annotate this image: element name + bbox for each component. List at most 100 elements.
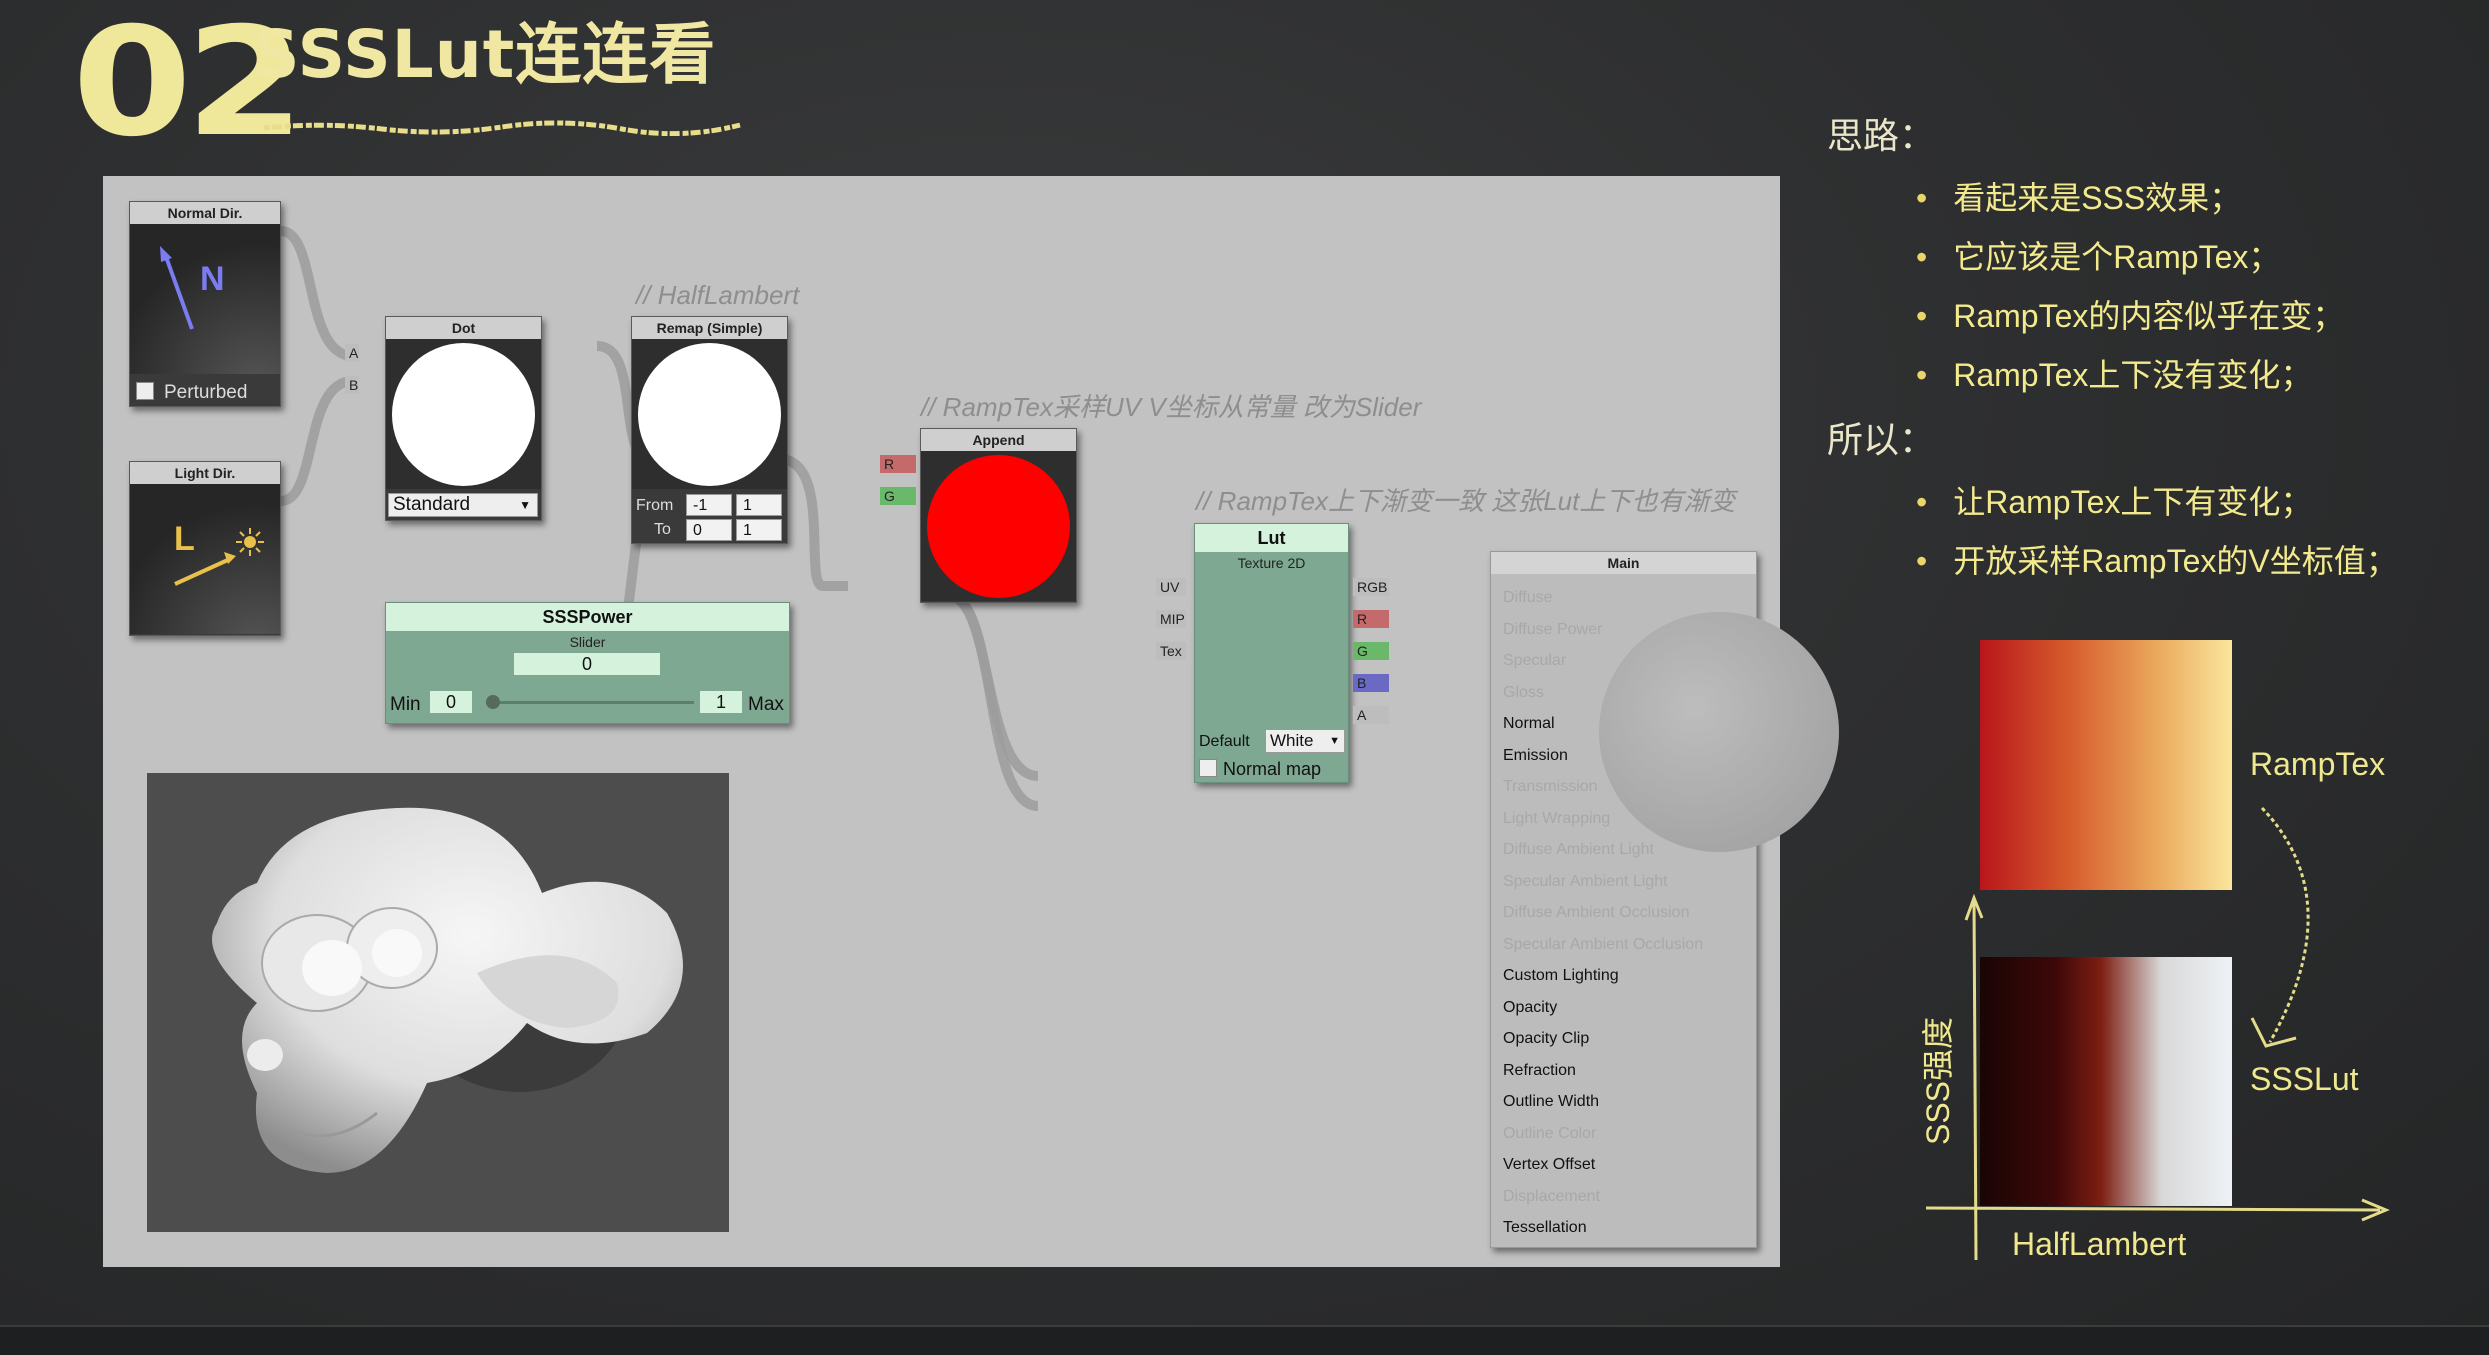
node-editor-canvas[interactable]: // HalfLambert // RampTex采样UV V坐标从常量 改为S… (103, 176, 1839, 1267)
slider-track[interactable] (486, 701, 694, 704)
slider-handle[interactable] (486, 695, 500, 709)
node-dot[interactable]: Dot Standard ▼ (385, 316, 542, 521)
remap-from-max[interactable]: 1 (736, 494, 782, 516)
comment-ramptex-uv: // RampTex采样UV V坐标从常量 改为Slider (921, 392, 1422, 422)
perturbed-checkbox[interactable] (136, 382, 154, 400)
main-input-row[interactable]: Opacity Clip (1491, 1023, 1756, 1054)
lut-output-b[interactable]: B (1353, 674, 1389, 692)
remap-from-label: From (636, 497, 674, 514)
bullet-icon: • (1916, 357, 1928, 393)
main-input-row[interactable]: Outline Color (1491, 1118, 1756, 1149)
main-input-row[interactable]: Outline Width (1491, 1086, 1756, 1117)
node-light-dir[interactable]: Light Dir. L (129, 461, 281, 636)
slide-title: SSSLut连连看 (252, 16, 717, 93)
remap-to-max[interactable]: 1 (736, 519, 782, 541)
main-input-row[interactable]: Diffuse Ambient Light (1491, 834, 1756, 865)
node-append[interactable]: Append (920, 428, 1077, 603)
remap-to-label: To (654, 521, 671, 538)
dot-input-b[interactable]: B (345, 376, 359, 394)
main-input-row[interactable]: Transmission (1491, 771, 1756, 802)
lut-type: Texture 2D (1237, 555, 1306, 571)
list-item: • 它应该是个RampTex； (1916, 241, 2280, 273)
main-input-row[interactable]: Diffuse (1491, 582, 1756, 613)
node-title: Append (921, 429, 1076, 451)
node-title: Main (1491, 552, 1756, 574)
append-preview (921, 451, 1076, 601)
slider-max-label: Max (748, 694, 784, 715)
main-input-row[interactable]: Displacement (1491, 1181, 1756, 1212)
list-item: • 看起来是SSS效果； (1916, 182, 2241, 214)
list-item-text: RampTex上下没有变化； (1953, 357, 2313, 393)
append-input-r[interactable]: R (880, 455, 916, 473)
main-input-row[interactable]: Gloss (1491, 677, 1756, 708)
dot-input-a[interactable]: A (345, 344, 359, 362)
main-input-row[interactable]: Normal (1491, 708, 1756, 739)
main-input-row[interactable]: Refraction (1491, 1055, 1756, 1086)
list-item: • 开放采样RampTex的V坐标值； (1916, 545, 2398, 577)
bullet-icon: • (1916, 543, 1928, 579)
lut-input-tex[interactable]: Tex (1156, 642, 1186, 660)
main-input-row[interactable]: Specular Ambient Light (1491, 866, 1756, 897)
main-input-row[interactable]: Diffuse Ambient Occlusion (1491, 897, 1756, 928)
light-glyph: L (174, 520, 195, 558)
node-title: Dot (386, 317, 541, 339)
main-input-row[interactable]: Specular (1491, 645, 1756, 676)
slider-max-field[interactable]: 1 (700, 691, 742, 713)
main-input-row[interactable]: Tessellation (1491, 1212, 1756, 1243)
lut-input-uv[interactable]: UV (1156, 578, 1186, 596)
lut-default-dropdown[interactable]: White ▼ (1265, 729, 1345, 753)
normal-glyph: N (200, 260, 225, 298)
list-item-text: 它应该是个RampTex； (1953, 239, 2281, 275)
node-remap[interactable]: Remap (Simple) From -1 1 To 0 1 (631, 316, 788, 544)
append-input-g[interactable]: G (880, 487, 916, 505)
main-input-row[interactable]: Emission (1491, 740, 1756, 771)
monkey-head-image (212, 807, 683, 1173)
comment-ramptex-lut: // RampTex上下渐变一致 这张Lut上下也有渐变 (1196, 486, 1736, 516)
slider-min-field[interactable]: 0 (430, 691, 472, 713)
main-input-row[interactable]: Opacity (1491, 992, 1756, 1023)
arrow-icon (160, 246, 194, 330)
lut-output-g[interactable]: G (1353, 642, 1389, 660)
main-input-row[interactable]: Specular Ambient Occlusion (1491, 929, 1756, 960)
main-input-row[interactable]: Custom Lighting (1491, 960, 1756, 991)
figure-axes (1925, 806, 2390, 1260)
ssspower-value-field[interactable]: 0 (514, 653, 660, 675)
comment-halflambert: // HalfLambert (636, 280, 800, 310)
dot-preview (386, 339, 541, 489)
title-underline (263, 120, 741, 136)
bullet-icon: • (1916, 298, 1928, 334)
node-normal-dir[interactable]: Normal Dir. N Perturbed (129, 201, 281, 407)
chevron-down-icon: ▼ (519, 498, 531, 512)
ramptex-label: RampTex (2250, 746, 2386, 782)
perturbed-label: Perturbed (164, 382, 248, 403)
lut-output-a[interactable]: A (1353, 706, 1389, 724)
bullet-icon: • (1916, 180, 1928, 216)
render-preview (147, 773, 729, 1232)
normal-map-checkbox[interactable] (1199, 759, 1217, 777)
bullet-icon: • (1916, 239, 1928, 275)
lut-input-mip[interactable]: MIP (1156, 610, 1186, 628)
node-lut[interactable]: Lut Texture 2D Default White ▼ Normal map (1194, 523, 1349, 783)
lut-default-label: Default (1199, 733, 1250, 750)
ssspower-name: SSSPower (386, 603, 789, 631)
normal-preview: N (130, 224, 280, 374)
dot-mode-dropdown[interactable]: Standard ▼ (388, 493, 538, 517)
sun-icon (174, 528, 264, 586)
heading-thoughts: 思路： (1827, 115, 1936, 156)
node-ssspower[interactable]: SSSPower Slider 0 Min 0 1 Max (385, 602, 790, 724)
list-item-text: 看起来是SSS效果； (1953, 180, 2242, 216)
lut-output-r[interactable]: R (1353, 610, 1389, 628)
node-main[interactable]: Main Diffuse Diffuse Power Specular Gloss No… (1490, 551, 1839, 1248)
bottom-bar (0, 1325, 2489, 1355)
lut-output-rgb[interactable]: RGB (1353, 578, 1389, 596)
main-input-row[interactable]: Diffuse Power (1491, 614, 1756, 645)
remap-to-min[interactable]: 0 (686, 519, 732, 541)
main-input-row[interactable]: Vertex Offset (1491, 1149, 1756, 1180)
remap-from-min[interactable]: -1 (686, 494, 732, 516)
normal-map-label: Normal map (1223, 759, 1322, 779)
main-input-row[interactable]: Light Wrapping (1491, 803, 1756, 834)
list-item: • 让RampTex上下有变化； (1916, 486, 2312, 518)
list-item: • RampTex上下没有变化； (1916, 359, 2312, 391)
list-item: • RampTex的内容似乎在变； (1916, 300, 2344, 332)
lut-name: Lut (1195, 524, 1348, 552)
